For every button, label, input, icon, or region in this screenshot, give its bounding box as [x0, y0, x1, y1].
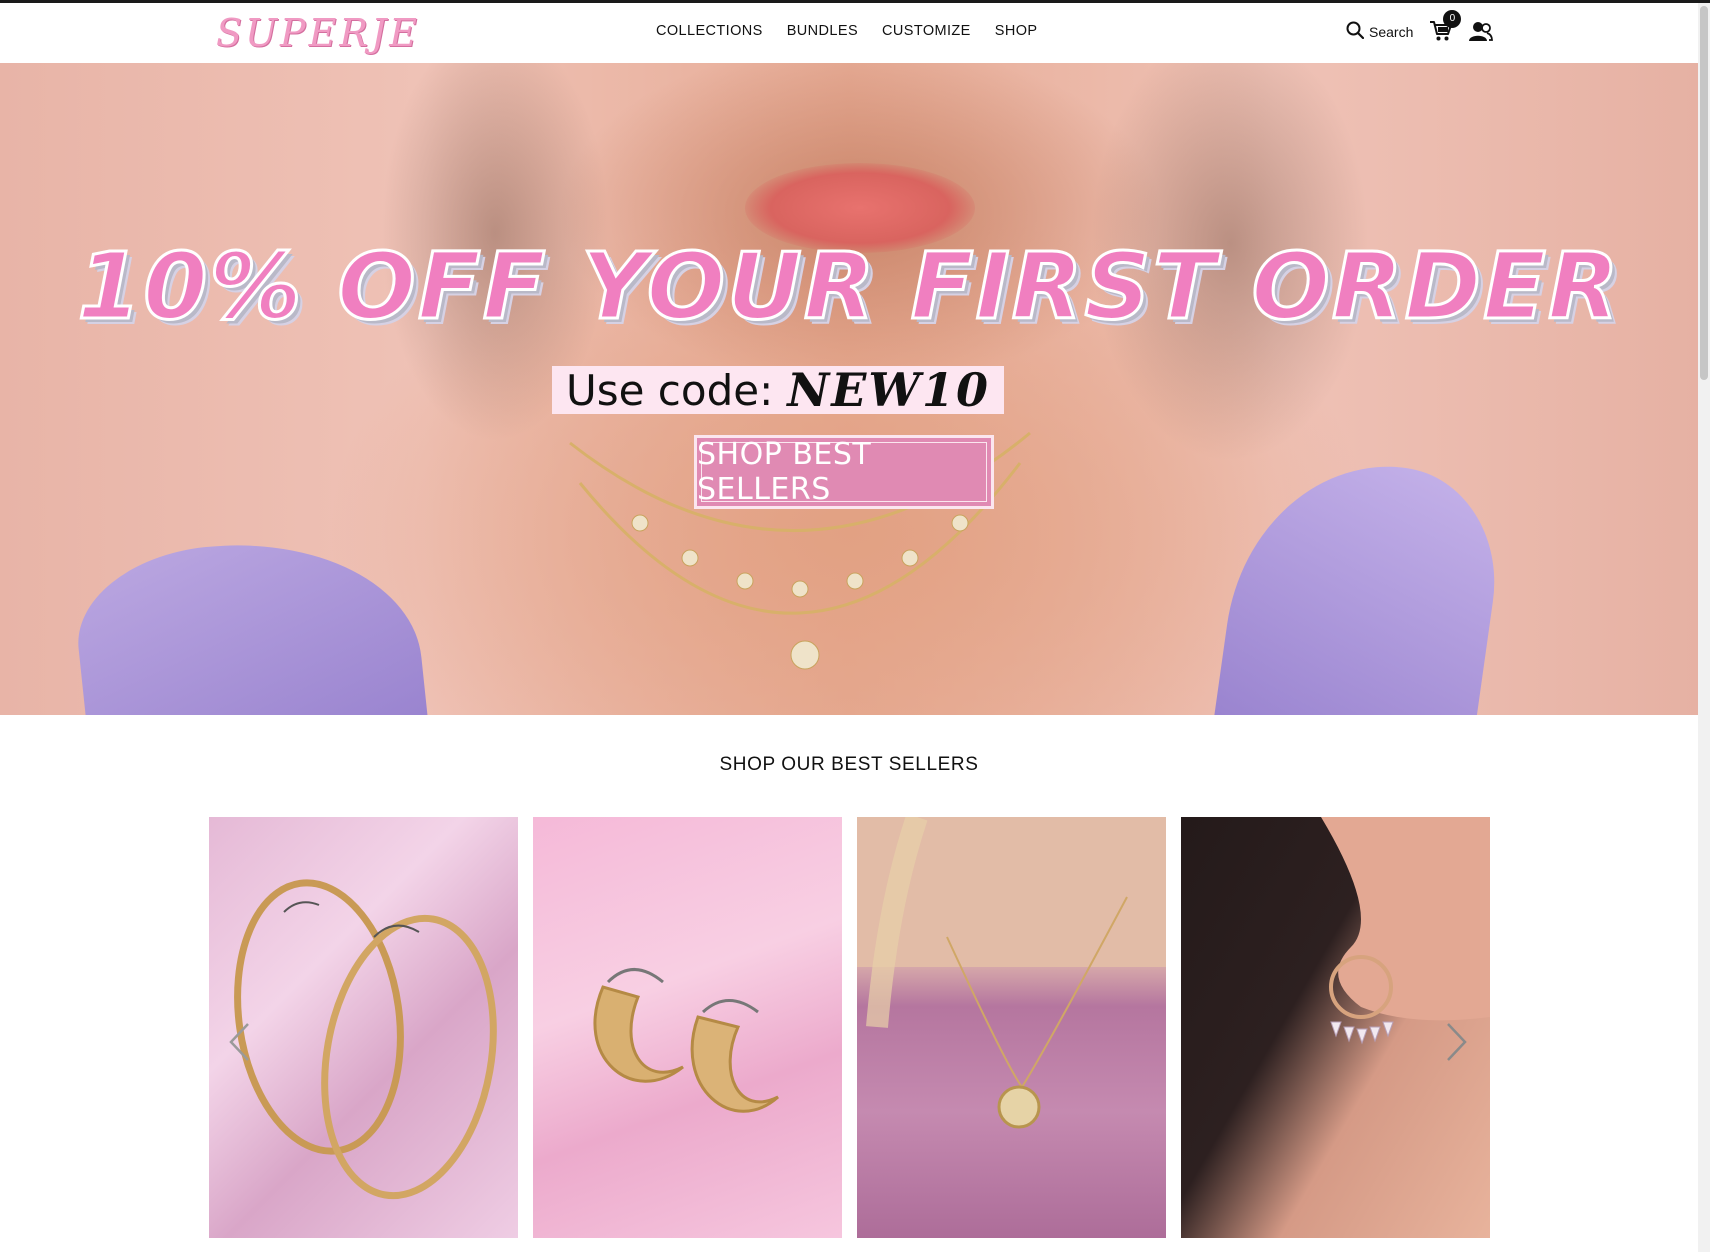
shop-best-sellers-label: SHOP BEST SELLERS	[697, 437, 872, 507]
search-button[interactable]: Search	[1346, 21, 1413, 44]
product-image-chunky-hoops	[593, 968, 779, 1113]
nav-customize[interactable]: CUSTOMIZE	[882, 23, 971, 39]
search-icon	[1346, 21, 1365, 44]
promo-code-box: Use code: NEW10	[552, 363, 1004, 417]
account-icon	[1469, 22, 1494, 47]
product-card-oval-hoops[interactable]	[209, 817, 518, 1238]
promo-code-label: Use code:	[565, 365, 774, 415]
account-button[interactable]	[1469, 19, 1495, 45]
chevron-right-icon	[1446, 1023, 1468, 1066]
product-image-oval-hoops	[234, 879, 497, 1200]
shop-best-sellers-button[interactable]: SHOP BEST SELLERS	[694, 435, 994, 509]
nav-shop[interactable]: SHOP	[995, 23, 1038, 39]
promo-code-value: NEW10	[787, 363, 991, 417]
carousel-next-button[interactable]	[1446, 1022, 1468, 1067]
carousel-prev-button[interactable]	[228, 1022, 250, 1067]
hero-photo-strap-right	[1210, 446, 1510, 715]
cart-count-badge: 0	[1443, 10, 1462, 28]
best-sellers-title: SHOP OUR BEST SELLERS	[719, 754, 979, 775]
scrollbar-thumb[interactable]	[1700, 6, 1708, 380]
product-card-crystal-hoop[interactable]	[1181, 817, 1490, 1238]
nav-bundles[interactable]: BUNDLES	[787, 23, 858, 39]
best-sellers-carousel	[209, 817, 1490, 1238]
brand-logo[interactable]: SUPERJE	[216, 11, 420, 55]
hero-photo-strap-left	[69, 525, 431, 715]
product-image-crystal-hoop	[1321, 817, 1490, 1045]
product-card-chunky-hoops[interactable]	[533, 817, 842, 1238]
search-label: Search	[1369, 24, 1414, 40]
main-nav: COLLECTIONS BUNDLES CUSTOMIZE SHOP	[656, 23, 1037, 39]
chevron-left-icon	[228, 1023, 250, 1066]
product-card-coin-necklace[interactable]	[857, 817, 1166, 1238]
header-actions: Search 0	[1346, 10, 1495, 47]
cart-icon	[1429, 21, 1453, 47]
cart-button[interactable]: 0	[1429, 10, 1462, 47]
hero-banner[interactable]: 10% OFF YOUR FIRST ORDER Use code: NEW10…	[0, 63, 1698, 715]
promo-headline: 10% OFF YOUR FIRST ORDER	[76, 232, 1621, 342]
nav-collections[interactable]: COLLECTIONS	[656, 23, 763, 39]
site-header: SUPERJE COLLECTIONS BUNDLES CUSTOMIZE SH…	[0, 3, 1698, 63]
product-image-coin-necklace	[857, 817, 1166, 1129]
